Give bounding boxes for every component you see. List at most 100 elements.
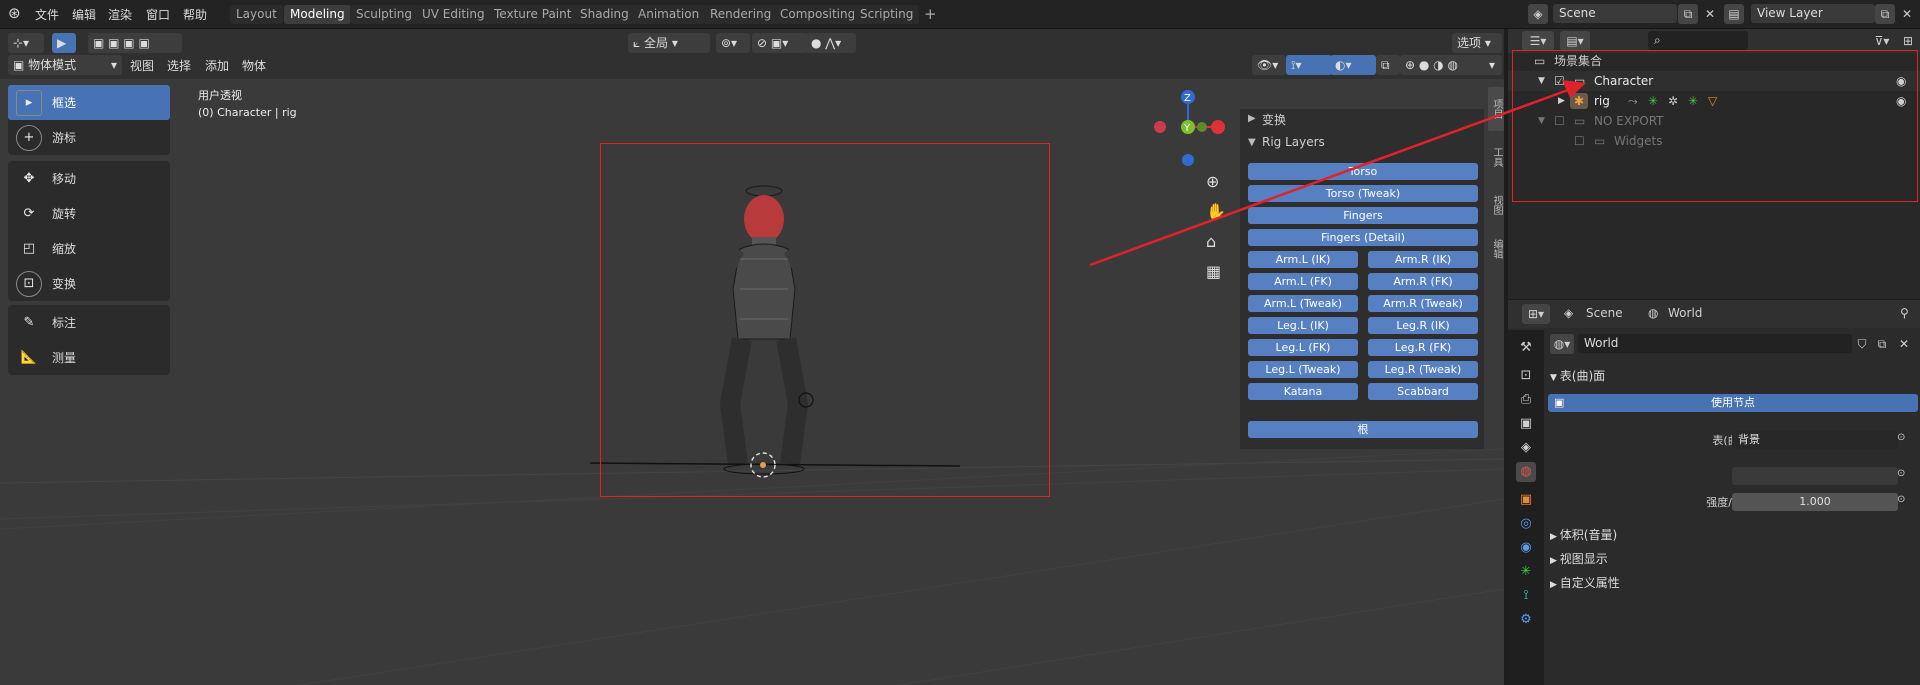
tab-modeling[interactable]: Modeling: [284, 5, 351, 24]
rig-layer-arm-l-fk[interactable]: Arm.L (FK): [1248, 273, 1358, 290]
tool-scale[interactable]: ◰ 缩放: [8, 231, 170, 266]
tool-measure[interactable]: 📐 测量: [8, 340, 170, 375]
pin-icon[interactable]: ⚲: [1900, 306, 1909, 320]
new-view-layer-icon[interactable]: ⧉: [1875, 4, 1895, 24]
output-tab-icon[interactable]: ⎙: [1516, 390, 1536, 410]
constraint-tab-icon[interactable]: ✳: [1516, 562, 1536, 582]
rig-layer-arm-r-tweak[interactable]: Arm.R (Tweak): [1368, 295, 1478, 312]
rig-layer-leg-r-tweak[interactable]: Leg.R (Tweak): [1368, 361, 1478, 378]
object-tab-icon[interactable]: ▣: [1516, 490, 1536, 510]
options-dropdown[interactable]: 选项 ▾: [1452, 33, 1502, 53]
proportional-edit-icon[interactable]: ● ⋀▾: [806, 33, 856, 53]
color-swatch[interactable]: [1732, 467, 1898, 485]
tab-texture-paint[interactable]: Texture Paint: [488, 5, 578, 24]
link-dot-icon[interactable]: ⊙: [1897, 468, 1905, 479]
ortho-toggle-icon[interactable]: ▦: [1206, 262, 1221, 281]
rig-layer-root[interactable]: 根: [1248, 421, 1478, 438]
menu-view[interactable]: 视图: [130, 57, 154, 74]
delete-scene-icon[interactable]: ✕: [1700, 4, 1720, 24]
rig-layers-section-header[interactable]: Rig Layers: [1262, 135, 1325, 149]
tab-shading[interactable]: Shading: [574, 5, 635, 24]
link-dot-icon[interactable]: ⊙: [1897, 432, 1905, 443]
tab-sculpting[interactable]: Sculpting: [350, 5, 419, 24]
view-layer-browse-icon[interactable]: ▤: [1724, 4, 1744, 24]
tool-annotate[interactable]: ✎ 标注: [8, 305, 170, 340]
properties-editor-type-icon[interactable]: ⊞▾: [1522, 304, 1550, 324]
pivot-point-icon[interactable]: ⊚▾: [716, 33, 750, 53]
3d-viewport[interactable]: ⊹▾ ▶ ▣ ▣ ▣ ▣ ⟀ 全局 ▾ ⊚▾ ⊘ ▣▾ ● ⋀▾ 选项 ▾ ▣ …: [0, 29, 1504, 685]
snapping-icon[interactable]: ⊘ ▣▾: [752, 33, 808, 53]
breadcrumb-scene[interactable]: Scene: [1586, 306, 1623, 320]
display-mode-icon[interactable]: ▤▾: [1560, 31, 1590, 51]
visibility-icon[interactable]: 👁▾: [1252, 55, 1286, 75]
menu-help[interactable]: 帮助: [183, 6, 207, 23]
rig-layer-arm-l-tweak[interactable]: Arm.L (Tweak): [1248, 295, 1358, 312]
menu-window[interactable]: 窗口: [146, 6, 170, 23]
breadcrumb-world[interactable]: World: [1668, 306, 1702, 320]
blender-logo-icon[interactable]: ⊛: [8, 4, 21, 22]
tool-select-box[interactable]: ▸ 框选: [8, 85, 170, 120]
world-browse-icon[interactable]: ◍▾: [1550, 334, 1574, 354]
rig-layer-scabbard[interactable]: Scabbard: [1368, 383, 1478, 400]
unlink-icon[interactable]: ✕: [1894, 334, 1914, 354]
npanel-tab-edit[interactable]: 编辑: [1488, 229, 1504, 269]
rig-layer-arm-r-fk[interactable]: Arm.R (FK): [1368, 273, 1478, 290]
tab-animation[interactable]: Animation: [632, 5, 706, 24]
rig-layer-leg-r-fk[interactable]: Leg.R (FK): [1368, 339, 1478, 356]
bone-tab-icon[interactable]: ⚙: [1516, 610, 1536, 630]
view-layer-tab-icon[interactable]: ▣: [1516, 414, 1536, 434]
npanel-tab-tool[interactable]: 工具: [1488, 135, 1504, 179]
menu-object[interactable]: 物体: [242, 57, 266, 74]
rig-layer-leg-l-tweak[interactable]: Leg.L (Tweak): [1248, 361, 1358, 378]
filter-icon[interactable]: ⊽▾: [1868, 31, 1896, 51]
delete-view-layer-icon[interactable]: ✕: [1897, 4, 1917, 24]
tab-scripting[interactable]: Scripting: [854, 5, 920, 24]
shading-modes-icon[interactable]: ⊕ ● ◑ ◍: [1400, 55, 1490, 75]
select-mode-icon[interactable]: ▶: [52, 33, 76, 53]
surface-section-header[interactable]: ▼ 表(曲)面: [1550, 367, 1605, 384]
rig-layer-arm-r-ik[interactable]: Arm.R (IK): [1368, 251, 1478, 268]
overlays-toggle-icon[interactable]: ◐▾: [1330, 55, 1376, 75]
scene-tab-icon[interactable]: ◈: [1516, 438, 1536, 458]
editor-type-icon[interactable]: ⊹▾: [8, 33, 44, 53]
tool-tab-icon[interactable]: ⚒: [1516, 338, 1536, 358]
duplicate-icon[interactable]: ⧉: [1872, 334, 1892, 354]
menu-file[interactable]: 文件: [35, 6, 59, 23]
npanel-tab-item[interactable]: 项目: [1488, 87, 1504, 131]
tool-rotate[interactable]: ⟳ 旋转: [8, 196, 170, 231]
pan-hand-icon[interactable]: ✋: [1206, 202, 1226, 221]
rig-layer-fingers[interactable]: Fingers: [1248, 207, 1478, 224]
tab-rendering[interactable]: Rendering: [704, 5, 778, 24]
object-mode-dropdown[interactable]: ▣ 物体模式 ▾: [8, 55, 122, 75]
use-nodes-button[interactable]: ▣ 使用节点: [1548, 394, 1918, 412]
outliner-editor-type-icon[interactable]: ☰▾: [1522, 31, 1554, 51]
world-name-field[interactable]: World: [1578, 334, 1852, 353]
add-workspace-button[interactable]: +: [918, 5, 943, 24]
selection-modes-icon[interactable]: ▣ ▣ ▣ ▣: [88, 33, 182, 53]
transform-section-header[interactable]: 变换: [1262, 111, 1286, 128]
rig-layer-katana[interactable]: Katana: [1248, 383, 1358, 400]
world-tab-icon[interactable]: ◍: [1516, 462, 1536, 482]
new-scene-icon[interactable]: ⧉: [1678, 4, 1698, 24]
surface-shader-field[interactable]: 背景: [1732, 431, 1898, 449]
render-tab-icon[interactable]: ⊡: [1516, 366, 1536, 386]
data-tab-icon[interactable]: ⟟: [1516, 586, 1536, 606]
strength-field[interactable]: 1.000: [1732, 493, 1898, 511]
menu-add[interactable]: 添加: [205, 57, 229, 74]
transform-orientation-dropdown[interactable]: ⟀ 全局 ▾: [628, 33, 710, 53]
tool-cursor[interactable]: + 游标: [8, 120, 170, 155]
new-collection-icon[interactable]: ⊞: [1898, 31, 1918, 51]
npanel-tab-view[interactable]: 视图: [1488, 183, 1504, 227]
custom-properties-section-header[interactable]: ▶ 自定义属性: [1550, 574, 1620, 591]
zoom-icon[interactable]: ⊕: [1206, 172, 1219, 191]
link-dot-icon[interactable]: ⊙: [1897, 494, 1905, 505]
rig-layer-torso[interactable]: Torso: [1248, 163, 1478, 180]
tab-compositing[interactable]: Compositing: [774, 5, 862, 24]
xray-icon[interactable]: ⧉: [1376, 55, 1400, 75]
rig-layer-leg-l-ik[interactable]: Leg.L (IK): [1248, 317, 1358, 334]
modifier-tab-icon[interactable]: ◎: [1516, 514, 1536, 534]
shading-dropdown-icon[interactable]: ▾: [1484, 55, 1502, 75]
tab-uv-editing[interactable]: UV Editing: [416, 5, 491, 24]
rig-layer-torso-tweak[interactable]: Torso (Tweak): [1248, 185, 1478, 202]
menu-select[interactable]: 选择: [167, 57, 191, 74]
